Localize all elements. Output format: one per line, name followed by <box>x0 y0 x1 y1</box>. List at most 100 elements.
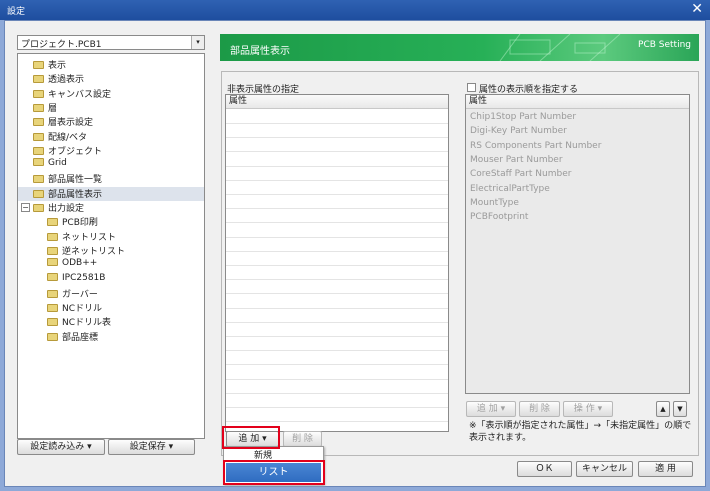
cancel-button[interactable]: キャンセル <box>576 461 633 477</box>
folder-icon <box>47 272 58 281</box>
folder-icon <box>33 146 44 155</box>
tree-item[interactable]: NCドリル表 <box>18 315 204 329</box>
grid-line <box>226 293 448 295</box>
display-order-header: 属性 <box>466 95 689 109</box>
folder-icon <box>47 289 58 298</box>
list-item[interactable]: Digi-Key Part Number <box>470 124 567 138</box>
hidden-attributes-header: 属性 <box>226 95 448 109</box>
display-order-grid[interactable]: 属性 Chip1Stop Part Number Digi-Key Part Nu… <box>465 94 690 394</box>
dialog-body: プロジェクト.PCB1 ▾ 表示 透過表示 キャンバス設定層層表示設定配線/ベタ オブ… <box>4 20 706 487</box>
tree-item[interactable]: 層表示設定 <box>18 115 204 129</box>
tree-item-label: NCドリル表 <box>62 318 112 329</box>
move-down-icon[interactable]: ▼ <box>673 401 687 417</box>
folder-icon <box>47 258 58 267</box>
tree-item[interactable]: Grid <box>18 158 204 172</box>
tree-item[interactable]: 表示 <box>18 58 204 72</box>
section-title: 部品属性表示 <box>230 46 290 57</box>
tree-item-label: 出力設定 <box>48 204 85 214</box>
tree-item[interactable]: オブジェクト <box>18 144 204 158</box>
list-item[interactable]: Mouser Part Number <box>470 153 563 167</box>
section-banner: 部品属性表示 PCB Setting <box>220 34 699 61</box>
chevron-down-icon[interactable]: ▾ <box>191 36 204 49</box>
tree-item[interactable]: キャンバス設定 <box>18 87 204 101</box>
load-settings-button[interactable]: 設定読み込み ▾ <box>17 439 105 455</box>
tree-item[interactable]: ODB++ <box>18 258 204 272</box>
grid-line <box>226 350 448 352</box>
list-item[interactable]: PCBFootprint <box>470 210 528 224</box>
folder-icon <box>33 103 44 112</box>
settings-tree: 表示 透過表示 キャンバス設定層層表示設定配線/ベタ オブジェクト Grid 部品属性一覧… <box>17 53 205 439</box>
operate-button[interactable]: 操 作 ▾ <box>563 401 613 417</box>
tree-item[interactable]: IPC2581B <box>18 272 204 287</box>
folder-icon <box>47 246 58 255</box>
move-up-icon[interactable]: ▲ <box>656 401 670 417</box>
list-item[interactable]: CoreStaff Part Number <box>470 167 571 181</box>
list-item[interactable]: RS Components Part Number <box>470 139 601 153</box>
add-attribute-button-right[interactable]: 追 加 ▾ <box>466 401 516 417</box>
tree-item-label: ガーバー <box>62 289 98 300</box>
grid-line <box>226 378 448 380</box>
tree-item[interactable]: 層 <box>18 101 204 115</box>
tree-item[interactable]: ネットリスト <box>18 230 204 244</box>
apply-button[interactable]: 適 用 <box>638 461 693 477</box>
list-item[interactable]: Chip1Stop Part Number <box>470 110 576 124</box>
section-subtitle: PCB Setting <box>638 40 691 50</box>
tree-item-label: ODB++ <box>62 258 98 269</box>
tree-item[interactable]: 逆ネットリスト <box>18 244 204 258</box>
tree-item-label: PCB印刷 <box>62 218 98 229</box>
tree-item-label: 逆ネットリスト <box>62 246 126 257</box>
grid-line <box>226 208 448 210</box>
tree-item[interactable]: PCB印刷 <box>18 215 204 229</box>
tree-item[interactable]: 部品座標 <box>18 330 204 344</box>
grid-line <box>226 194 448 195</box>
grid-line <box>226 364 448 366</box>
grid-line <box>226 421 448 423</box>
highlight-list-item <box>223 460 325 485</box>
folder-icon <box>47 304 58 313</box>
folder-icon <box>33 189 44 198</box>
folder-icon <box>47 318 58 327</box>
tree-item[interactable]: 部品属性一覧 <box>18 172 204 186</box>
folder-icon <box>47 332 58 341</box>
tree-item[interactable]: 部品属性表示 <box>18 186 204 201</box>
folder-icon <box>33 61 44 69</box>
tree-item-label: 部品属性一覧 <box>48 175 103 186</box>
folder-icon <box>33 118 44 127</box>
tree-item[interactable]: − 出力設定 <box>18 201 204 215</box>
grid-line <box>226 137 448 139</box>
display-order-checkbox[interactable] <box>467 83 476 92</box>
save-settings-button[interactable]: 設定保存 ▾ <box>108 439 195 455</box>
settings-window: 設定 ✕ プロジェクト.PCB1 ▾ 表示 透過表示 キャンバス設定層層表示設定配線… <box>0 0 710 491</box>
folder-icon <box>33 75 44 84</box>
close-icon[interactable]: ✕ <box>691 1 703 17</box>
grid-line <box>226 250 448 252</box>
tree-item[interactable]: ガーバー <box>18 287 204 301</box>
grid-line <box>226 165 448 167</box>
collapse-icon[interactable]: − <box>21 203 30 212</box>
tree-item-label: 配線/ベタ <box>48 132 88 143</box>
tree-item-label: ネットリスト <box>62 232 117 243</box>
tree-item-label: 層 <box>48 103 58 114</box>
display-order-note: ※「表示順が指定された属性」→「未指定属性」の順で表示されます。 <box>469 421 692 443</box>
tree-item[interactable]: NCドリル <box>18 301 204 315</box>
tree-item[interactable]: 透過表示 <box>18 72 204 86</box>
tree-item[interactable]: 配線/ベタ <box>18 130 204 144</box>
tree-item-label: 表示 <box>48 61 67 71</box>
folder-icon <box>33 204 44 212</box>
tree-item-label: 部品座標 <box>62 332 99 343</box>
list-item[interactable]: ElectricalPartType <box>470 182 550 196</box>
grid-line <box>226 151 448 153</box>
title-bar: 設定 ✕ <box>0 0 710 20</box>
delete-attribute-button[interactable]: 削 除 <box>283 431 322 447</box>
grid-line <box>226 265 448 266</box>
folder-icon <box>47 232 58 241</box>
list-item[interactable]: MountType <box>470 196 519 210</box>
ok-button[interactable]: ＯＫ <box>517 461 572 477</box>
project-select-value: プロジェクト.PCB1 <box>21 40 102 50</box>
tree-item-label: Grid <box>48 158 67 169</box>
project-select[interactable]: プロジェクト.PCB1 ▾ <box>17 35 205 50</box>
hidden-attributes-grid[interactable]: 属性 <box>225 94 449 432</box>
grid-line <box>226 321 448 323</box>
delete-attribute-button-right[interactable]: 削 除 <box>519 401 560 417</box>
highlight-add-button <box>222 426 280 449</box>
